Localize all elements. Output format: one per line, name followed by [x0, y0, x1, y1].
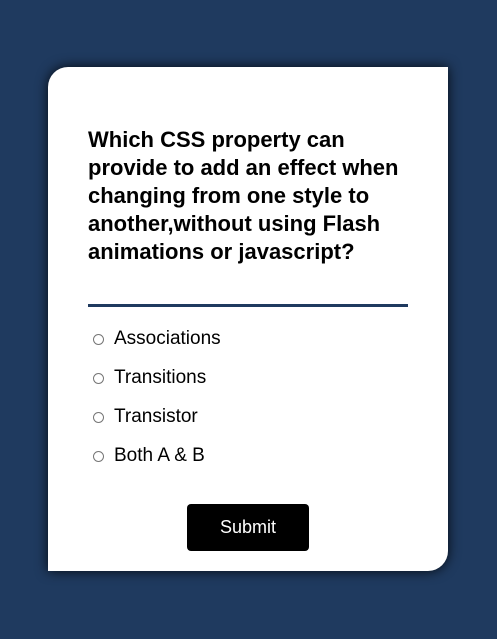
question-text: Which CSS property can provide to add an…	[88, 127, 399, 264]
question-divider	[88, 304, 408, 307]
option-both-a-b[interactable]: Both A & B	[90, 443, 400, 469]
option-label: Both A & B	[114, 445, 205, 466]
option-transitions[interactable]: Transitions	[90, 365, 400, 391]
answer-options: Associations Transitions Transistor Both…	[90, 326, 400, 482]
radio-button[interactable]	[93, 411, 104, 423]
option-transistor[interactable]: Transistor	[90, 404, 400, 430]
option-label: Transistor	[114, 406, 198, 427]
quiz-card: Which CSS property can provide to add an…	[48, 67, 448, 571]
option-associations[interactable]: Associations	[90, 326, 400, 352]
submit-button[interactable]: Submit	[187, 504, 309, 551]
option-label: Transitions	[114, 367, 207, 388]
radio-button[interactable]	[93, 450, 104, 462]
option-label: Associations	[114, 328, 221, 349]
radio-button[interactable]	[93, 372, 104, 384]
radio-button[interactable]	[93, 333, 104, 345]
